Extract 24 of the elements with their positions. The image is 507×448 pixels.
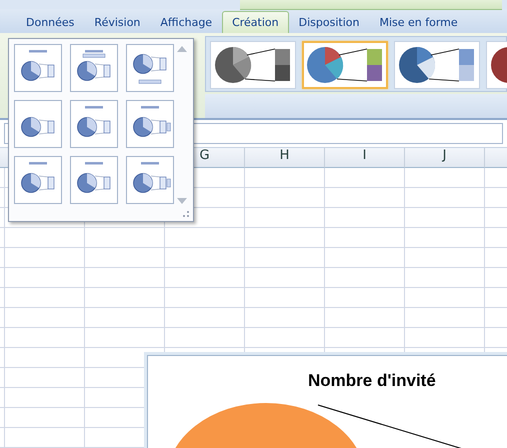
- chart-layout-option[interactable]: [14, 156, 62, 204]
- chart-area[interactable]: Nombre d'invité: [147, 355, 507, 448]
- ribbon-tab[interactable]: Révision: [84, 11, 150, 33]
- ribbon-tab[interactable]: Mise en forme: [369, 11, 468, 33]
- column-header[interactable]: I: [325, 148, 405, 168]
- column-header[interactable]: J: [405, 148, 485, 168]
- chart-layout-option[interactable]: [126, 100, 174, 148]
- chart-layout-option[interactable]: [70, 100, 118, 148]
- chart-style-thumbnail[interactable]: [394, 41, 480, 89]
- chart-layout-option[interactable]: [14, 100, 62, 148]
- ribbon-tab[interactable]: Disposition: [288, 11, 370, 33]
- chart-layout-option[interactable]: [126, 44, 174, 92]
- ribbon-tab[interactable]: Création: [222, 11, 289, 33]
- ribbon-tab[interactable]: Affichage: [150, 11, 222, 33]
- chart-layout-option[interactable]: [126, 156, 174, 204]
- chart-layout-option[interactable]: [70, 156, 118, 204]
- column-header[interactable]: H: [245, 148, 325, 168]
- chart-layout-option[interactable]: [14, 44, 62, 92]
- chart-title: Nombre d'invité: [308, 371, 436, 391]
- resize-grip-icon[interactable]: [182, 210, 190, 218]
- chart-style-thumbnail[interactable]: [210, 41, 296, 89]
- chart-style-thumbnail[interactable]: [302, 41, 388, 89]
- chart-layout-option[interactable]: [70, 44, 118, 92]
- ribbon-tab[interactable]: Données: [16, 11, 84, 33]
